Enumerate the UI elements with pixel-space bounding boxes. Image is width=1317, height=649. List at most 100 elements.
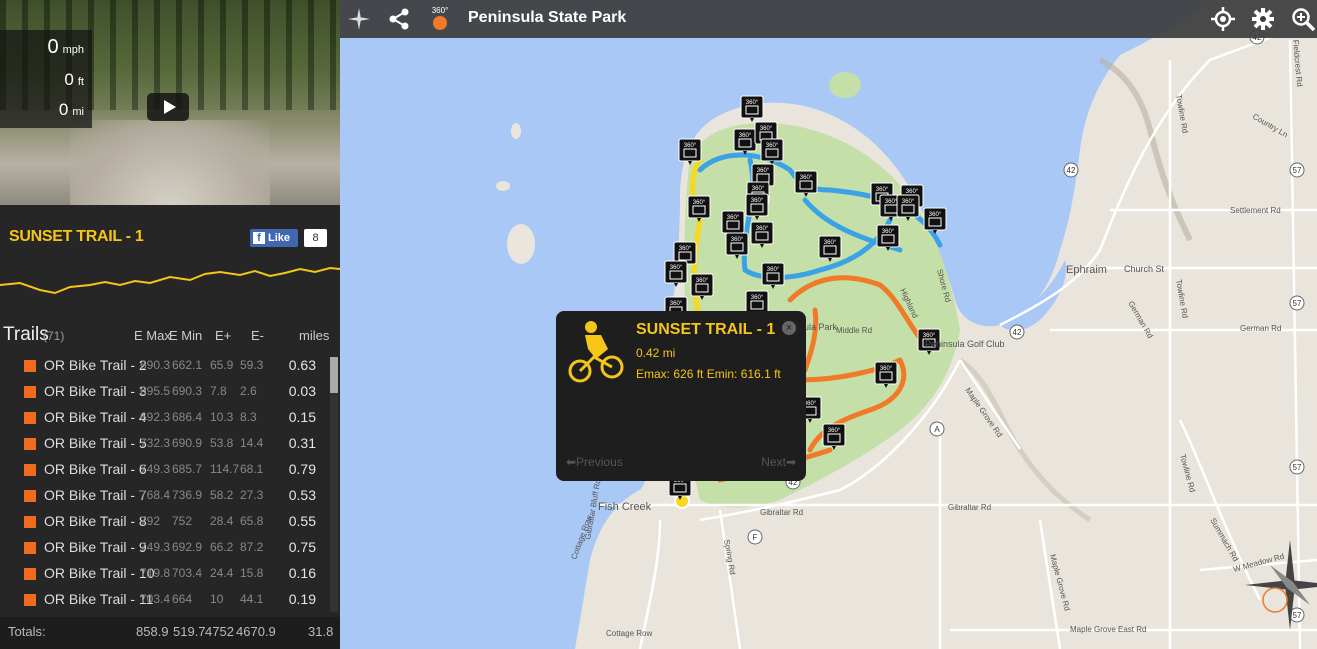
trail-eminus: 65.8 [240,514,264,528]
elevation-profile [0,266,340,295]
panorama-360-marker-icon[interactable]: 360° [725,232,749,259]
map-label-gibraltar-rd: Gibraltar Rd [760,508,803,517]
trail-emin: 752 [172,514,193,528]
svg-text:360°: 360° [756,226,769,232]
trail-row[interactable]: OR Bike Trail - 3 695.5 690.3 7.8 2.6 0.03 [0,378,328,404]
island-4 [511,123,521,139]
trail-emin: 690.3 [172,384,203,398]
svg-text:360°: 360° [757,168,770,174]
trail-eplus: 24.4 [210,566,234,580]
panorama-360-marker-icon[interactable]: 360° [690,273,714,300]
panorama-360-marker-icon[interactable]: 360° [740,95,764,122]
panorama-360-marker-icon[interactable]: 360° [678,138,702,165]
trail-row[interactable]: OR Bike Trail - 4 692.3 686.4 10.3 8.3 0.15 [0,404,328,430]
map-label-golf-club: Peninsula Golf Club [925,339,1005,349]
island-1 [829,72,861,98]
panorama-360-marker-icon[interactable]: 360° [874,361,898,388]
trail-name: OR Bike Trail - 3 [44,383,147,399]
trail-emax: 719.8 [140,566,171,580]
panorama-360-marker-icon[interactable]: 360° [923,207,947,234]
facebook-like-button[interactable]: f Like [250,229,298,247]
trip-metrics: 0 mph 0 ft 0 mi [0,30,92,128]
trail-emin: 685.7 [172,462,203,476]
totals-eminus: 4670.9 [236,624,276,639]
badge-360-label: 360° [431,6,449,15]
trail-miles: 0.53 [288,487,316,503]
panorama-360-icon[interactable]: 360° [426,6,454,32]
trail-row[interactable]: OR Bike Trail - 6 749.3 685.7 114.7 68.1 0.79 [0,456,328,482]
panorama-360-marker-icon[interactable]: 360° [822,423,846,450]
trail-eminus: 2.6 [240,384,257,398]
map-label-maple-grove-east-rd: Maple Grove East Rd [1070,625,1146,634]
close-icon[interactable]: × [782,321,796,335]
panorama-360-marker-icon[interactable]: 360° [876,224,900,251]
col-miles[interactable]: miles [299,328,329,343]
panorama-360-marker-icon[interactable]: 360° [761,262,785,289]
compass-icon[interactable] [346,6,372,32]
trails-list[interactable]: OR Bike Trail - 2 690.3 662.1 65.9 59.3 0.63 O… [0,352,328,614]
video-player[interactable]: 0 mph 0 ft 0 mi [0,0,340,205]
previous-button[interactable]: ⬅Previous [566,455,623,469]
panorama-360-marker-icon[interactable]: 360° [745,193,769,220]
island-2 [507,224,535,264]
trail-emin: 662.1 [172,358,203,372]
col-emin[interactable]: E Min [169,328,202,343]
map-toolbar: 360° Peninsula State Park [340,0,1317,38]
trail-row[interactable]: OR Bike Trail - 2 690.3 662.1 65.9 59.3 0.63 [0,352,328,378]
route-shield-label: A [934,425,940,434]
trail-info-popup[interactable]: SUNSET TRAIL - 1 0.42 mi Emax: 626 ft Em… [556,311,806,481]
route-shield-label: 42 [1067,166,1076,175]
trail-row[interactable]: OR Bike Trail - 9 749.3 692.9 66.2 87.2 0.75 [0,534,328,560]
gear-icon[interactable] [1250,6,1276,32]
trail-row[interactable]: OR Bike Trail - 11 703.4 664 10 44.1 0.19 [0,586,328,612]
scrollbar-thumb[interactable] [330,357,338,393]
trail-row[interactable]: OR Bike Trail - 7 768.4 736.9 58.2 27.3 0.53 [0,482,328,508]
play-button[interactable] [147,93,189,121]
col-eminus[interactable]: E- [251,328,264,343]
col-emax[interactable]: E Max [134,328,171,343]
trail-eminus: 44.1 [240,592,264,606]
trail-emax: 695.5 [140,384,171,398]
trail-name: OR Bike Trail - 2 [44,357,147,373]
next-button[interactable]: Next➡ [761,455,796,469]
panorama-360-marker-icon[interactable]: 360° [896,194,920,221]
trail-eplus: 65.9 [210,358,234,372]
bike-rider-icon [568,321,624,383]
speed-unit: mph [62,44,84,56]
panorama-360-marker-icon[interactable]: 360° [818,235,842,262]
locate-icon[interactable] [1210,6,1236,32]
trail-row[interactable]: OR Bike Trail - 5 732.3 690.9 53.8 14.4 0.31 [0,430,328,456]
panorama-360-marker-icon[interactable]: 360° [733,128,757,155]
trail-color-swatch [24,490,36,502]
left-panel: 0 mph 0 ft 0 mi SUNSET TRAIL - 1 f Like 8 Tr… [0,0,340,649]
trail-emin: 703.4 [172,566,203,580]
trail-row[interactable]: OR Bike Trail - 8 792 752 28.4 65.8 0.55 [0,508,328,534]
panorama-360-marker-icon[interactable]: 360° [750,221,774,248]
map-label-cottage-row-2: Cottage Row [606,629,652,638]
trail-emax: 768.4 [140,488,171,502]
trail-eplus: 10.3 [210,410,234,424]
trails-scrollbar[interactable] [330,357,338,612]
svg-text:360°: 360° [929,212,942,218]
trail-name: OR Bike Trail - 4 [44,409,147,425]
map-label-middle-rd: Middle Rd [836,326,872,335]
trail-emax: 690.3 [140,358,171,372]
trail-miles: 0.19 [288,591,316,607]
panorama-360-marker-icon[interactable]: 360° [760,138,784,165]
trail-emax: 732.3 [140,436,171,450]
col-eplus[interactable]: E+ [215,328,231,343]
trail-row[interactable]: OR Bike Trail - 10 719.8 703.4 24.4 15.8 0.16 [0,560,328,586]
trail-eminus: 68.1 [240,462,264,476]
share-icon[interactable] [386,6,412,32]
trail-emax: 749.3 [140,462,171,476]
svg-text:360°: 360° [800,175,813,181]
zoom-in-icon[interactable] [1290,6,1316,32]
trail-name: OR Bike Trail - 7 [44,487,147,503]
panorama-360-marker-icon[interactable]: 360° [664,260,688,287]
panorama-360-marker-icon[interactable]: 360° [687,195,711,222]
trail-miles: 0.15 [288,409,316,425]
map-view[interactable]: 360° 360° 360° 360° 360° 360° 360° 360° 360° 360°… [340,0,1317,649]
panorama-360-marker-icon[interactable]: 360° [794,170,818,197]
svg-text:360°: 360° [885,199,898,205]
trail-emax: 749.3 [140,540,171,554]
